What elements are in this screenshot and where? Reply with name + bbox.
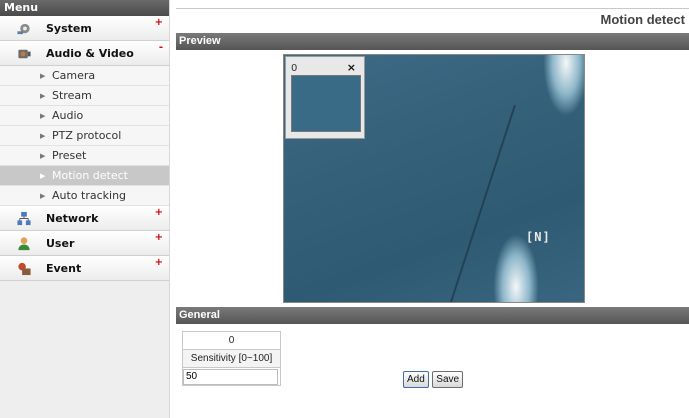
sidebar-category-label: Audio & Video [46,47,134,60]
sidebar-item-auto-tracking[interactable]: ▶ Auto tracking [0,186,169,206]
expand-toggle[interactable]: + [155,200,163,225]
sidebar: Menu System + Audio & Video - ▶ Camera ▶… [0,0,170,418]
chevron-right-icon: ▶ [40,112,46,120]
network-icon [17,211,31,226]
sidebar-category-label: User [46,237,75,250]
sidebar-item-camera[interactable]: ▶ Camera [0,66,169,86]
sidebar-item-label: Stream [52,89,92,102]
table-header-region-number: 0 [182,331,281,350]
sidebar-category-event[interactable]: Event + [0,256,169,281]
page-title: Motion detect [600,12,686,27]
sidebar-category-label: System [46,22,92,35]
user-icon [18,237,30,251]
motion-settings-table: 0 Sensitivity [0~100] [182,331,281,386]
sidebar-category-audio-video[interactable]: Audio & Video - [0,41,169,66]
sidebar-category-system[interactable]: System + [0,16,169,41]
chevron-right-icon: ▶ [40,192,46,200]
chevron-right-icon: ▶ [40,72,46,80]
chevron-right-icon: ▶ [40,172,46,180]
save-button[interactable]: Save [432,371,464,388]
sidebar-item-label: Camera [52,69,96,82]
chevron-right-icon: ▶ [40,92,46,100]
sidebar-item-stream[interactable]: ▶ Stream [0,86,169,106]
page-title-bar: Motion detect [176,8,689,32]
video-scene-detail [449,104,516,302]
preview-section-header: Preview [176,33,689,50]
motion-region-id: 0 [291,63,298,74]
sidebar-category-label: Event [46,262,82,275]
sensitivity-input[interactable] [183,368,278,385]
video-osd-label: [N] [526,230,551,244]
expand-toggle[interactable]: + [155,225,163,250]
sidebar-item-label: Auto tracking [52,189,127,202]
sidebar-category-label: Network [46,212,99,225]
sensitivity-label: Sensitivity [0~100] [182,349,281,368]
motion-region-box[interactable]: 0 × [285,56,365,139]
collapse-toggle[interactable]: - [159,35,163,60]
gear-icon [17,23,30,35]
sidebar-item-ptz-protocol[interactable]: ▶ PTZ protocol [0,126,169,146]
sidebar-category-user[interactable]: User + [0,231,169,256]
sidebar-item-label: Audio [52,109,84,122]
table-cell [182,367,281,386]
sidebar-item-label: Preset [52,149,87,162]
sidebar-item-motion-detect[interactable]: ▶ Motion detect [0,166,169,186]
menu-header: Menu [0,0,169,16]
main-content: Motion detect Preview [N] 0 × General 0 … [176,0,689,418]
add-button[interactable]: Add [403,371,429,388]
close-icon[interactable]: × [347,61,356,74]
chevron-right-icon: ▶ [40,132,46,140]
event-icon [18,262,31,276]
sidebar-category-network[interactable]: Network + [0,206,169,231]
motion-region-area[interactable] [291,75,361,132]
video-preview[interactable]: [N] 0 × [283,54,585,303]
camera-icon [18,49,31,59]
chevron-right-icon: ▶ [40,152,46,160]
sidebar-item-audio[interactable]: ▶ Audio [0,106,169,126]
expand-toggle[interactable]: + [155,10,163,35]
sidebar-item-label: PTZ protocol [52,129,122,142]
expand-toggle[interactable]: + [155,250,163,275]
action-buttons: Add Save [403,371,464,388]
general-section-header: General [176,307,689,324]
sidebar-item-preset[interactable]: ▶ Preset [0,146,169,166]
sidebar-item-label: Motion detect [52,169,128,182]
